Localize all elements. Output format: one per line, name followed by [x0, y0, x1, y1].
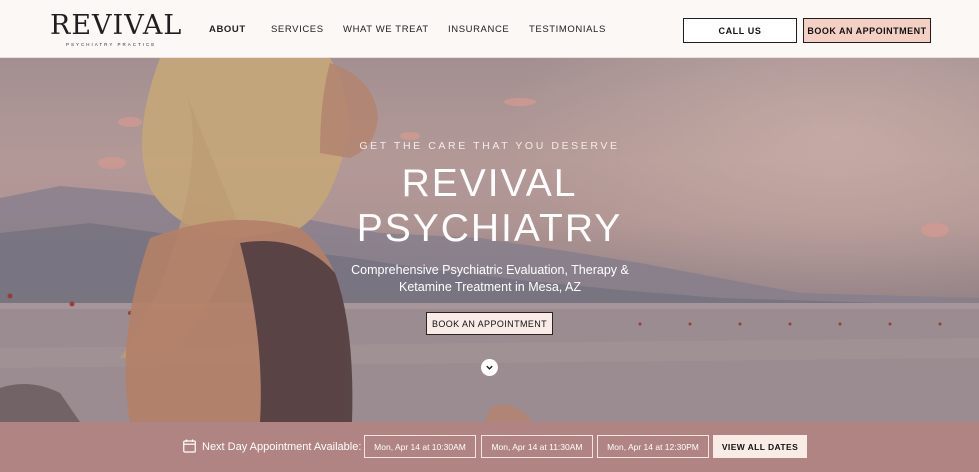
appointment-slot[interactable]: Mon, Apr 14 at 12:30PM	[597, 435, 709, 458]
revival-logo[interactable]: REVIVAL PSYCHIATRY PRACTICE	[50, 10, 183, 49]
hero-book-appointment-button[interactable]: BOOK AN APPOINTMENT	[426, 312, 553, 335]
logo-subtext: PSYCHIATRY PRACTICE	[66, 42, 157, 47]
nav-what-we-treat[interactable]: WHAT WE TREAT	[343, 24, 429, 35]
site-header: REVIVAL PSYCHIATRY PRACTICE ABOUT SERVIC…	[0, 0, 979, 58]
next-day-label: Next Day Appointment Available:	[202, 441, 362, 453]
hero-title-line1: REVIVAL	[401, 162, 578, 205]
call-us-button[interactable]: CALL US	[683, 18, 797, 43]
scroll-down-button[interactable]	[481, 359, 498, 376]
hero-title-line2: PSYCHIATRY	[356, 207, 623, 250]
nav-testimonials[interactable]: TESTIMONIALS	[529, 24, 606, 35]
hero-subtitle-line2: Ketamine Treatment in Mesa, AZ	[398, 280, 582, 294]
hero-subtitle: Comprehensive Psychiatric Evaluation, Th…	[340, 262, 640, 296]
logo-text: REVIVAL	[50, 10, 183, 41]
hero-subtitle-line1: Comprehensive Psychiatric Evaluation, Th…	[351, 263, 629, 277]
hero-tagline: GET THE CARE THAT YOU DESERVE	[359, 140, 620, 152]
appointment-slot[interactable]: Mon, Apr 14 at 10:30AM	[364, 435, 476, 458]
nav-insurance[interactable]: INSURANCE	[448, 24, 509, 35]
calendar-icon	[183, 439, 196, 453]
view-all-dates-button[interactable]: VIEW ALL DATES	[713, 435, 807, 458]
header-book-appointment-button[interactable]: BOOK AN APPOINTMENT	[803, 18, 931, 43]
appointment-bar: Next Day Appointment Available: Mon, Apr…	[0, 422, 979, 472]
appointment-slot[interactable]: Mon, Apr 14 at 11:30AM	[481, 435, 593, 458]
chevron-down-icon	[486, 365, 493, 370]
hero-section: GET THE CARE THAT YOU DESERVE REVIVAL PS…	[0, 58, 979, 422]
nav-services[interactable]: SERVICES	[271, 24, 324, 35]
nav-about[interactable]: ABOUT	[209, 24, 246, 35]
hero-title: REVIVAL PSYCHIATRY	[0, 161, 979, 251]
